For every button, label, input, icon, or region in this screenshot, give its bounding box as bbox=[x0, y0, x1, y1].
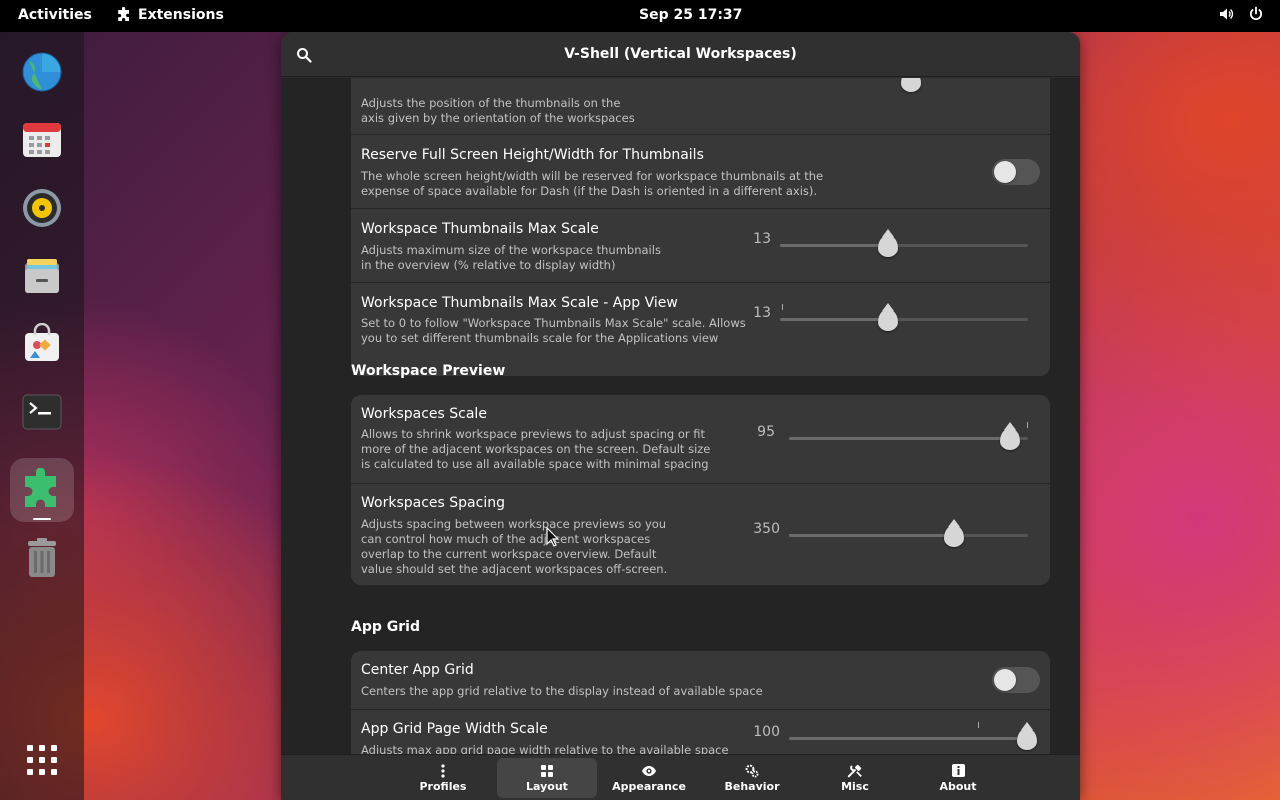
reserve-full-height-row: Reserve Full Screen Height/Width for Thu… bbox=[351, 134, 1050, 208]
calendar-icon[interactable] bbox=[10, 108, 74, 172]
system-tray[interactable] bbox=[1218, 6, 1264, 22]
slider-mark bbox=[1027, 422, 1028, 428]
thumbnails-max-scale-app-view-slider[interactable] bbox=[780, 318, 1028, 321]
gears-icon bbox=[744, 764, 760, 778]
row-title: App Grid Page Width Scale bbox=[361, 721, 548, 737]
thumbnails-max-scale-row: Workspace Thumbnails Max Scale Adjusts m… bbox=[351, 208, 1050, 282]
section-workspace-preview: Workspace Preview bbox=[351, 363, 506, 379]
slider-handle[interactable] bbox=[1000, 422, 1020, 450]
volume-icon[interactable] bbox=[1218, 6, 1234, 22]
running-indicator bbox=[33, 518, 51, 520]
thumbnails-max-scale-slider[interactable] bbox=[780, 244, 1028, 247]
app-grid-group: Center App Grid Centers the app grid rel… bbox=[351, 651, 1050, 754]
puzzle-icon bbox=[116, 7, 132, 23]
section-app-grid: App Grid bbox=[351, 619, 420, 635]
files-icon[interactable] bbox=[10, 244, 74, 308]
top-bar: Activities Extensions Sep 25 17:37 bbox=[0, 0, 1280, 32]
tab-about[interactable]: About bbox=[908, 758, 1008, 798]
slider-mark bbox=[978, 722, 979, 728]
reserve-full-height-switch[interactable] bbox=[992, 159, 1040, 185]
music-icon[interactable] bbox=[10, 176, 74, 240]
app-grid-page-width-row: App Grid Page Width Scale Adjusts max ap… bbox=[351, 709, 1050, 754]
row-subtitle: Centers the app grid relative to the dis… bbox=[361, 684, 763, 698]
slider-mark bbox=[782, 304, 783, 310]
switch-thumb bbox=[994, 161, 1016, 183]
tab-label: Profiles bbox=[419, 779, 467, 793]
settings-window: V-Shell (Vertical Workspaces) Adjusts th… bbox=[281, 32, 1080, 800]
mouse-cursor-icon bbox=[546, 526, 560, 547]
switch-thumb bbox=[994, 669, 1016, 691]
row-subtitle: Set to 0 to follow "Workspace Thumbnails… bbox=[361, 316, 746, 345]
tab-label: Behavior bbox=[724, 779, 780, 793]
eye-icon bbox=[641, 764, 657, 778]
row-subtitle: Adjusts the position of the thumbnails o… bbox=[361, 96, 635, 125]
row-subtitle: The whole screen height/width will be re… bbox=[361, 169, 824, 198]
row-title: Workspace Thumbnails Max Scale - App Vie… bbox=[361, 295, 678, 311]
workspaces-scale-row: Workspaces Scale Allows to shrink worksp… bbox=[351, 395, 1050, 483]
slider-value: 13 bbox=[753, 305, 771, 321]
search-icon[interactable] bbox=[293, 44, 315, 66]
workspaces-spacing-slider[interactable] bbox=[789, 534, 1028, 537]
slider-value: 350 bbox=[753, 521, 780, 537]
slider-value: 13 bbox=[753, 231, 771, 247]
extensions-menu[interactable]: Extensions bbox=[116, 7, 224, 23]
thumbnails-max-scale-app-view-row: Workspace Thumbnails Max Scale - App Vie… bbox=[351, 282, 1050, 356]
row-title: Workspace Thumbnails Max Scale bbox=[361, 221, 599, 237]
tab-label: Layout bbox=[526, 779, 568, 793]
row-subtitle: Adjusts spacing between workspace previe… bbox=[361, 517, 668, 576]
info-icon bbox=[950, 764, 966, 778]
center-app-grid-row: Center App Grid Centers the app grid rel… bbox=[351, 651, 1050, 709]
thumbnails-group: Adjusts the position of the thumbnails o… bbox=[351, 78, 1050, 376]
row-title: Workspaces Scale bbox=[361, 406, 487, 422]
slider-handle[interactable] bbox=[944, 519, 964, 547]
tab-appearance[interactable]: Appearance bbox=[599, 758, 699, 798]
activities-button[interactable]: Activities bbox=[18, 7, 92, 23]
row-title: Workspaces Spacing bbox=[361, 495, 505, 511]
tab-label: Appearance bbox=[612, 779, 686, 793]
row-title: Center App Grid bbox=[361, 662, 474, 678]
tab-profiles[interactable]: Profiles bbox=[393, 758, 493, 798]
workspaces-spacing-row: Workspaces Spacing Adjusts spacing betwe… bbox=[351, 483, 1050, 585]
preferences-page[interactable]: Adjusts the position of the thumbnails o… bbox=[281, 78, 1080, 754]
center-app-grid-switch[interactable] bbox=[992, 667, 1040, 693]
workspaces-scale-slider[interactable] bbox=[789, 437, 1028, 440]
app-grid-page-width-slider[interactable] bbox=[789, 737, 1028, 740]
slider-handle[interactable] bbox=[878, 229, 898, 257]
tab-label: About bbox=[939, 779, 977, 793]
trash-icon[interactable] bbox=[10, 526, 74, 590]
row-subtitle: Adjusts maximum size of the workspace th… bbox=[361, 243, 661, 272]
row-subtitle: Allows to shrink workspace previews to a… bbox=[361, 427, 711, 471]
more-vertical-icon bbox=[435, 763, 451, 778]
slider-handle[interactable] bbox=[901, 78, 921, 92]
tools-icon bbox=[847, 764, 863, 778]
extensions-label: Extensions bbox=[138, 7, 224, 23]
workspace-preview-group: Workspaces Scale Allows to shrink worksp… bbox=[351, 395, 1050, 585]
bottom-tab-bar: Profiles Layout Appearance Behavior Misc bbox=[281, 754, 1080, 800]
slider-handle[interactable] bbox=[1017, 722, 1037, 750]
slider-value: 95 bbox=[757, 424, 775, 440]
power-icon[interactable] bbox=[1248, 6, 1264, 22]
tab-label: Misc bbox=[841, 779, 869, 793]
tab-layout[interactable]: Layout bbox=[497, 758, 597, 798]
slider-value: 100 bbox=[753, 724, 780, 740]
tab-misc[interactable]: Misc bbox=[805, 758, 905, 798]
clock[interactable]: Sep 25 17:37 bbox=[639, 7, 742, 23]
grid-icon bbox=[539, 764, 555, 778]
terminal-icon[interactable] bbox=[10, 380, 74, 444]
browser-icon[interactable] bbox=[10, 40, 74, 104]
software-icon[interactable] bbox=[10, 312, 74, 376]
tab-behavior[interactable]: Behavior bbox=[702, 758, 802, 798]
thumbnails-position-row: Adjusts the position of the thumbnails o… bbox=[351, 78, 1050, 134]
header-bar: V-Shell (Vertical Workspaces) bbox=[281, 32, 1080, 77]
row-title: Reserve Full Screen Height/Width for Thu… bbox=[361, 147, 704, 163]
apps-grid-icon[interactable] bbox=[10, 728, 74, 792]
window-title: V-Shell (Vertical Workspaces) bbox=[564, 46, 797, 62]
extensions-app-icon[interactable] bbox=[10, 458, 74, 522]
row-subtitle: Adjusts max app grid page width relative… bbox=[361, 743, 729, 754]
dock bbox=[0, 32, 84, 800]
slider-handle[interactable] bbox=[878, 303, 898, 331]
